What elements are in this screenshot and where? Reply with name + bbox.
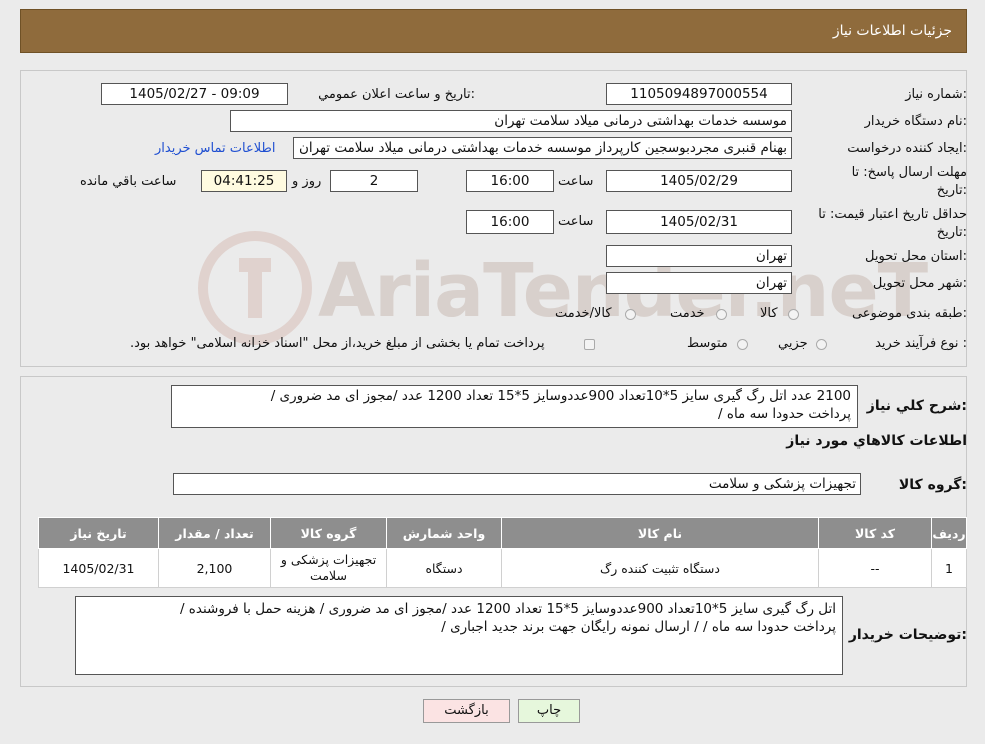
- cell-item-code: --: [818, 548, 932, 588]
- category-goods-service-radio[interactable]: [625, 309, 636, 320]
- col-need-date: تاريخ نياز: [38, 517, 159, 549]
- cell-item-group-line-1: تجهیزات پزشکی و: [280, 552, 377, 567]
- category-goods-radio[interactable]: [788, 309, 799, 320]
- treasury-checkbox[interactable]: [584, 339, 595, 350]
- buyer-notes-label: توضيحات خريدار:: [848, 627, 967, 643]
- cell-unit: دستگاه: [386, 548, 502, 588]
- table-header-row: رديف کد کالا نام کالا واحد شمارش گروه کا…: [38, 517, 967, 549]
- goods-info-title: اطلاعات کالاهاي مورد نياز: [786, 433, 967, 449]
- category-service-label: خدمت: [670, 306, 705, 321]
- process-medium-label: متوسط: [687, 336, 728, 351]
- price-validity-label-2: تاريخ:: [936, 225, 967, 240]
- reply-deadline-time-label: ساعت: [558, 174, 594, 189]
- cell-item-name: دستگاه تثبیت کننده رگ: [501, 548, 819, 588]
- page-title: جزئیات اطلاعات نیاز: [832, 23, 952, 39]
- cell-item-group: تجهیزات پزشکی و سلامت: [270, 548, 387, 588]
- cell-quantity: 2,100: [158, 548, 271, 588]
- page-header: جزئیات اطلاعات نیاز: [20, 9, 967, 53]
- watermark-logo: [195, 228, 315, 348]
- summary-line-2: پرداخت حدودا سه ماه /: [718, 406, 851, 422]
- buyer-org-label: نام دستگاه خريدار:: [864, 114, 967, 129]
- goods-group-label: گروه کالا:: [898, 477, 967, 493]
- col-item-group: گروه کالا: [270, 517, 387, 549]
- summary-label: شرح کلي نياز:: [866, 398, 967, 414]
- col-quantity: تعداد / مقدار: [158, 517, 271, 549]
- reply-deadline-days: 2: [330, 170, 418, 192]
- need-number-field: 1105094897000554: [606, 83, 792, 105]
- process-minor-radio[interactable]: [816, 339, 827, 350]
- purchase-process-label: نوع فرآيند خريد :: [875, 336, 967, 351]
- summary-line-1: 2100 عدد اتل رگ گیری سایز 5*10تعداد 900ع…: [270, 388, 851, 404]
- print-button[interactable]: چاپ: [518, 699, 580, 723]
- col-item-code: کد کالا: [818, 517, 932, 549]
- treasury-note: پرداخت تمام يا بخشی از مبلغ خريد،از محل …: [130, 336, 545, 351]
- col-item-name: نام کالا: [501, 517, 819, 549]
- category-service-radio[interactable]: [716, 309, 727, 320]
- cell-item-group-line-2: سلامت: [310, 568, 347, 583]
- delivery-province-field: تهران: [606, 245, 792, 267]
- summary-textarea[interactable]: 2100 عدد اتل رگ گیری سایز 5*10تعداد 900ع…: [171, 385, 858, 428]
- buyer-org-field: موسسه خدمات بهداشتی درمانی میلاد سلامت ت…: [230, 110, 792, 132]
- col-unit: واحد شمارش: [386, 517, 502, 549]
- price-validity-label-1: حداقل تاريخ اعتبار قيمت: تا: [818, 207, 967, 222]
- process-medium-radio[interactable]: [737, 339, 748, 350]
- delivery-city-label: شهر محل تحويل:: [872, 276, 967, 291]
- reply-deadline-time: 16:00: [466, 170, 554, 192]
- back-button[interactable]: بازگشت: [423, 699, 510, 723]
- buyer-notes-line-2: پرداخت حدودا سه ماه / / ارسال نمونه رایگ…: [441, 619, 836, 635]
- announce-datetime-field: 1405/02/27 - 09:09: [101, 83, 288, 105]
- reply-deadline-date: 1405/02/29: [606, 170, 792, 192]
- requester-label: ايجاد کننده درخواست:: [847, 141, 967, 156]
- goods-group-field: تجهیزات پزشکی و سلامت: [173, 473, 861, 495]
- announce-datetime-label: تاریخ و ساعت اعلان عمومي:: [318, 87, 475, 102]
- price-validity-time: 16:00: [466, 210, 554, 234]
- reply-deadline-label-1: مهلت ارسال پاسخ: تا: [851, 165, 967, 180]
- delivery-city-field: تهران: [606, 272, 792, 294]
- cell-need-date: 1405/02/31: [38, 548, 159, 588]
- requester-field: بهنام قنبری مجردبوسجین کارپرداز موسسه خد…: [293, 137, 792, 159]
- need-number-label: شماره نیاز:: [905, 87, 967, 102]
- price-validity-time-label: ساعت: [558, 214, 594, 229]
- items-table: رديف کد کالا نام کالا واحد شمارش گروه کا…: [38, 517, 967, 588]
- days-label: روز و: [292, 174, 322, 189]
- cell-row-number: 1: [931, 548, 967, 588]
- table-row: 1 -- دستگاه تثبیت کننده رگ دستگاه تجهیزا…: [38, 548, 967, 588]
- category-goods-label: کالا: [760, 306, 778, 321]
- process-minor-label: جزيي: [778, 336, 808, 351]
- price-validity-date: 1405/02/31: [606, 210, 792, 234]
- reply-deadline-label-2: تاريخ:: [936, 183, 967, 198]
- buyer-notes-line-1: اتل رگ گیری سایز 5*10تعداد 900عددوسایز 5…: [179, 601, 836, 617]
- category-goods-service-label: کالا/خدمت: [555, 306, 612, 321]
- col-row-number: رديف: [931, 517, 967, 549]
- buyer-contact-link[interactable]: اطلاعات تماس خريدار: [155, 141, 275, 156]
- remaining-time: 04:41:25: [201, 170, 287, 192]
- remaining-label: ساعت باقي مانده: [80, 174, 177, 189]
- buyer-notes-textarea[interactable]: اتل رگ گیری سایز 5*10تعداد 900عددوسایز 5…: [75, 596, 843, 675]
- category-label: طبقه بندی موضوعی:: [851, 306, 967, 321]
- delivery-province-label: استان محل تحويل:: [865, 249, 967, 264]
